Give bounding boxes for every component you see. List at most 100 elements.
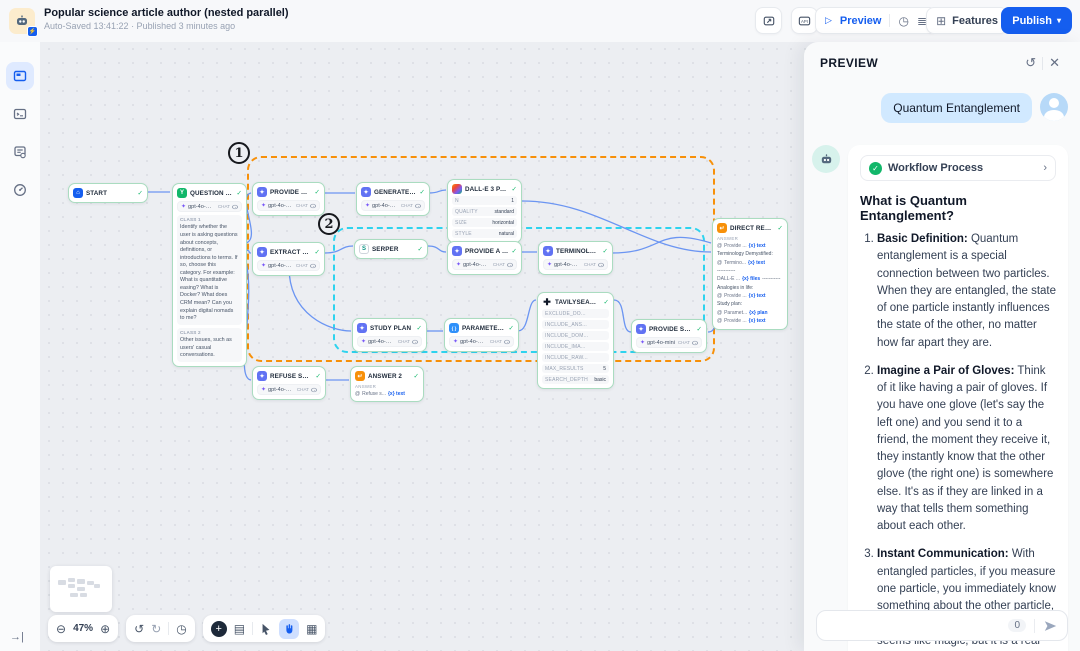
history-controls: ↺ ↻ ◷ <box>126 615 195 642</box>
model-icon: ✦ <box>261 386 266 393</box>
node-provide-study-material[interactable]: ✦ PROVIDE STUDY MATER... ✓ ✦ gpt-4o-mini… <box>631 319 707 353</box>
add-node-button[interactable]: + <box>211 621 227 637</box>
variable-row: @Refuse s...{x} text <box>355 391 419 398</box>
collapse-sidebar-icon[interactable]: →| <box>10 631 24 643</box>
workflow-process-toggle[interactable]: ✓ Workflow Process › <box>860 155 1056 181</box>
eye-icon <box>310 203 316 207</box>
model-name: gpt-4o-mini-20... <box>268 387 295 393</box>
node-extract-theme[interactable]: ✦ EXTRACT THE THEME. ✓ ✦ gpt-4o-mini CHA… <box>252 242 325 276</box>
model-mode: CHAT <box>296 203 308 208</box>
model-name: gpt-4o-mini-20... <box>554 262 582 268</box>
param-row: INCLUDE_IMA... <box>542 342 609 351</box>
variable-row: @Paramet...{x} plan <box>717 310 783 317</box>
svg-text:API: API <box>801 19 808 24</box>
user-avatar <box>1040 93 1068 121</box>
model-icon: ✦ <box>456 261 461 268</box>
model-icon: ✦ <box>261 202 266 209</box>
robot-icon <box>819 152 834 167</box>
bot-message-row: ✓ Workflow Process › What is Quantum Ent… <box>804 123 1080 651</box>
node-terminology-literacy[interactable]: ✦ TERMINOLOGY LITERACY ✓ ✦ gpt-4o-mini-2… <box>538 241 613 275</box>
chat-input[interactable]: 0 <box>816 610 1068 641</box>
param-row: INCLUDE_RAW... <box>542 353 609 362</box>
node-provide-topic[interactable]: ✦ PROVIDE A TOPIC FROM... ✓ ✦ gpt-4o-min… <box>447 241 522 275</box>
node-study-plan[interactable]: ✦ STUDY PLAN ✓ ✦ gpt-4o-mini-20... CHAT <box>352 318 427 352</box>
node-parameter-extractor[interactable]: { } PARAMETER EXTRACTOR ✓ ✦ gpt-4o-mini-… <box>444 318 519 352</box>
node-provide-metaphors[interactable]: ✦ PROVIDE METAPHORS A... ✓ ✦ gpt-4o-mini… <box>252 182 325 216</box>
model-chip: ✦ gpt-4o-mini CHAT <box>361 200 425 211</box>
node-serper[interactable]: S SERPER ✓ <box>354 239 428 259</box>
model-chip: ✦ gpt-4o-mini CHAT <box>257 260 320 271</box>
param-row: MAX_RESULTS5 <box>542 364 609 373</box>
app-title: Popular science article author (nested p… <box>44 7 289 19</box>
node-question-classifier[interactable]: Y QUESTION CLASSIFIER ✓ ✦ gpt-4o-mini-20… <box>172 183 247 367</box>
success-icon: ✓ <box>778 224 783 232</box>
serper-icon: S <box>359 244 369 254</box>
sidebar-item-orchestrate[interactable] <box>6 62 34 90</box>
answer-icon: ↵ <box>355 371 365 381</box>
sidebar-item-logs[interactable] <box>6 138 34 166</box>
model-icon: ✦ <box>365 202 370 209</box>
list-item: Basic Definition: Quantum entanglement i… <box>877 231 1056 352</box>
node-refuse-small-talk[interactable]: ✦ REFUSE SMALL TALK. ✓ ✦ gpt-4o-mini-20.… <box>252 366 326 400</box>
eye-icon <box>692 340 698 344</box>
edit-app-button[interactable] <box>755 7 782 34</box>
hand-mode-icon[interactable] <box>279 619 299 639</box>
node-start[interactable]: ⌂ START ✓ <box>68 183 148 203</box>
play-icon: ▷ <box>825 15 832 26</box>
variable-row: @Provide ...{x} text <box>717 318 783 325</box>
history-icon[interactable]: ◷ <box>176 623 186 635</box>
node-tavilysearch[interactable]: ✚ TAVILYSEARCH ✓ EXCLUDE_DO... INCLUDE_A… <box>537 292 614 389</box>
api-reference-button[interactable]: API <box>791 7 818 34</box>
add-note-icon[interactable]: ▤ <box>234 623 245 635</box>
node-title: QUESTION CLASSIFIER <box>190 190 234 197</box>
send-icon[interactable] <box>1043 619 1058 633</box>
eye-icon <box>232 204 238 208</box>
node-dalle-painting[interactable]: DALL-E 3 PAINTING ✓ N1 QUALITYstandard S… <box>447 179 522 243</box>
model-name: gpt-4o-mini <box>268 203 294 209</box>
param-row: N1 <box>452 196 517 205</box>
sidebar-item-monitoring[interactable] <box>6 176 34 204</box>
redo-icon[interactable]: ↻ <box>151 623 161 635</box>
publish-button[interactable]: Publish ▾ <box>1001 7 1072 34</box>
model-mode: CHAT <box>584 262 596 267</box>
pointer-mode-icon[interactable] <box>260 623 272 635</box>
bot-avatar <box>812 145 840 173</box>
zoom-level[interactable]: 47% <box>73 623 93 634</box>
node-generate-image[interactable]: ✦ GENERATE IMAGE PRO... ✓ ✦ gpt-4o-mini … <box>356 182 430 216</box>
left-sidebar: →| <box>0 42 40 651</box>
monitoring-icon <box>13 183 27 197</box>
run-history-icon[interactable]: ◷ <box>898 15 908 27</box>
node-title: REFUSE SMALL TALK. <box>270 373 313 380</box>
preview-panel: PREVIEW ↺ ✕ Quantum Entanglement ✓ Workf… <box>804 42 1080 651</box>
workflow-process-label: Workflow Process <box>888 162 1037 174</box>
preview-run-button[interactable]: Preview <box>840 15 882 27</box>
features-button[interactable]: ⊞ Features <box>926 7 1008 34</box>
node-title: TAVILYSEARCH <box>555 299 601 306</box>
model-chip: ✦ gpt-4o-mini CHAT <box>452 259 517 270</box>
organize-layout-icon[interactable]: ▦ <box>306 623 317 635</box>
node-title: PARAMETER EXTRACTOR <box>462 325 506 332</box>
class-label: CLASS 1 <box>180 217 239 223</box>
sidebar-item-prompt[interactable] <box>6 100 34 128</box>
node-title: TERMINOLOGY LITERACY <box>556 248 600 255</box>
success-icon: ✓ <box>512 247 517 255</box>
minimap[interactable] <box>50 566 112 612</box>
classifier-icon: Y <box>177 188 187 198</box>
node-answer-2[interactable]: ↵ ANSWER 2 ✓ ANSWER @Refuse s...{x} text <box>350 366 424 402</box>
answer-label: ANSWER <box>355 384 419 389</box>
model-mode: CHAT <box>297 387 309 392</box>
model-name: gpt-4o-mini <box>463 262 491 268</box>
undo-icon[interactable]: ↺ <box>134 623 144 635</box>
node-title: START <box>86 190 135 197</box>
restart-conversation-icon[interactable]: ↺ <box>1019 55 1042 71</box>
zoom-out-icon[interactable]: ⊖ <box>56 623 66 635</box>
close-panel-icon[interactable]: ✕ <box>1043 55 1066 71</box>
node-direct-reply[interactable]: ↵ DIRECT REPLY ✓ ANSWER @Provide ...{x} … <box>712 218 788 330</box>
eye-icon <box>598 262 604 266</box>
eye-icon <box>507 262 513 266</box>
answer-heading: What is Quantum Entanglement? <box>860 193 1056 223</box>
eye-icon <box>415 203 421 207</box>
param-row: SEARCH_DEPTHbasic <box>542 375 609 384</box>
zoom-in-icon[interactable]: ⊕ <box>100 623 110 635</box>
model-chip: ✦ gpt-4o-mini-20... CHAT <box>449 336 514 347</box>
